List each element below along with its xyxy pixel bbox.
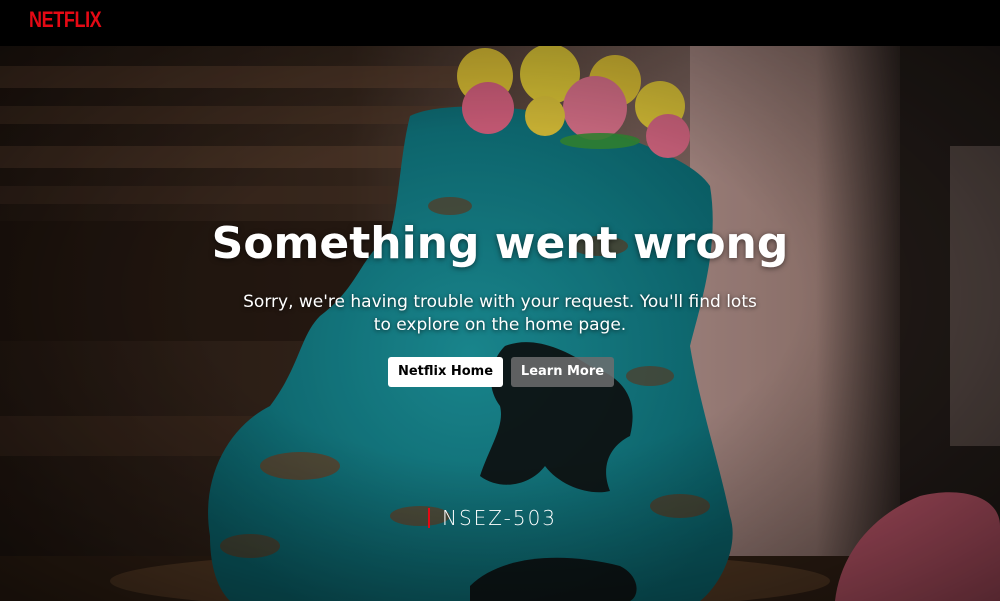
- error-content: Something went wrong Sorry, we're having…: [0, 46, 1000, 601]
- error-message: Sorry, we're having trouble with your re…: [243, 292, 757, 335]
- error-code-text: NSEZ-503: [442, 506, 558, 530]
- netflix-logo[interactable]: NETFLIX: [29, 8, 103, 32]
- logo-text: NETFLIX: [29, 7, 102, 32]
- learn-more-button[interactable]: Learn More: [511, 357, 614, 387]
- error-code: NSEZ-503: [428, 506, 557, 530]
- netflix-home-button[interactable]: Netflix Home: [388, 357, 503, 387]
- header-bar: NETFLIX: [0, 0, 1000, 46]
- button-group: Netflix Home Learn More: [388, 357, 648, 387]
- error-code-accent-bar: [428, 508, 430, 528]
- error-page: NETFLIX Something went wrong Sorry, we'r…: [0, 0, 1000, 601]
- error-title: Something went wrong: [211, 218, 789, 269]
